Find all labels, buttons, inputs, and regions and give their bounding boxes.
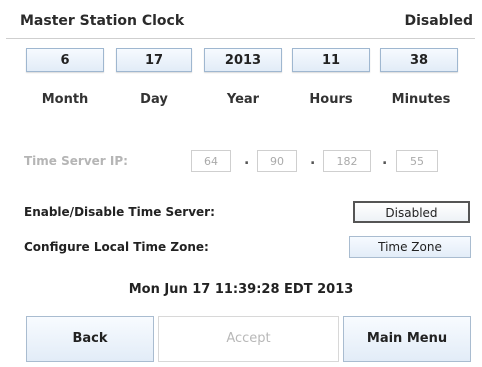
time-server-ip-label: Time Server IP: [24,154,128,168]
status-label: Disabled [404,13,473,29]
ip-separator: . [310,152,316,168]
day-field[interactable]: 17 [116,48,192,72]
enable-toggle-button[interactable]: Disabled [353,201,470,223]
month-label: Month [41,92,89,107]
main-menu-button[interactable]: Main Menu [343,316,471,362]
time-zone-button[interactable]: Time Zone [349,236,471,258]
ip-octet-4[interactable]: 55 [396,150,438,172]
ip-octet-2[interactable]: 90 [257,150,297,172]
hours-field[interactable]: 11 [292,48,370,72]
minutes-label: Minutes [391,92,451,107]
year-label: Year [226,92,260,107]
minutes-field[interactable]: 38 [380,48,458,72]
page-title: Master Station Clock [20,13,185,29]
ip-separator: . [382,152,388,168]
back-button[interactable]: Back [26,316,154,362]
current-datetime: Mon Jun 17 11:39:28 EDT 2013 [128,282,354,297]
day-label: Day [140,92,168,107]
hours-label: Hours [309,92,353,107]
time-zone-label: Configure Local Time Zone: [24,240,209,254]
year-field[interactable]: 2013 [204,48,282,72]
month-field[interactable]: 6 [26,48,104,72]
enable-time-server-label: Enable/Disable Time Server: [24,205,215,219]
ip-octet-1[interactable]: 64 [191,150,231,172]
ip-octet-3[interactable]: 182 [323,150,371,172]
header-bar: Master Station Clock Disabled [6,4,475,39]
accept-button[interactable]: Accept [158,316,339,362]
ip-separator: . [244,152,250,168]
